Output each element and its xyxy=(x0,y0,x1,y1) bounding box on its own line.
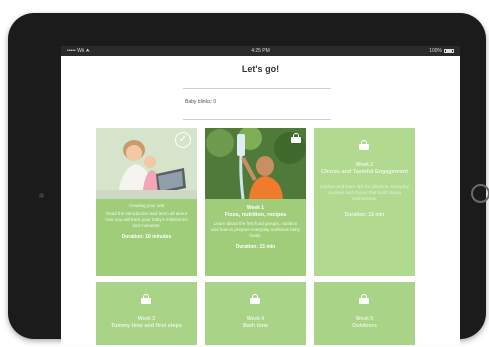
card-title: Chores and Tasteful Engagement xyxy=(321,169,408,175)
card-title: Creating your unit xyxy=(128,203,165,208)
card-duration: Duration: 10 minutes xyxy=(121,234,172,240)
course-card-week-5[interactable]: Week 5 Outdoors xyxy=(314,282,415,345)
card-title: Bath time xyxy=(242,323,269,329)
card-week: Week 2 xyxy=(355,162,374,168)
lock-icon xyxy=(141,294,151,304)
card-body: Week 5 Outdoors xyxy=(314,310,415,345)
card-body: Creating your unit Read the introduction… xyxy=(96,199,197,276)
card-week: Week 4 xyxy=(246,316,265,322)
lock-icon xyxy=(250,294,260,304)
battery-percent: 100% xyxy=(429,48,442,54)
app-screen: ••••• Wii ⮝ 4:25 PM 100% Let's go! Baby … xyxy=(61,46,460,345)
divider xyxy=(183,88,331,89)
battery-icon xyxy=(444,49,454,53)
course-card-week-1[interactable]: Week 1 Fixes, nutrition, recipes Learn a… xyxy=(205,128,306,276)
card-description: Explore and learn tips for playtime, eve… xyxy=(320,184,409,201)
card-title: Fixes, nutrition, recipes xyxy=(224,212,287,218)
card-duration: Duration: 15 min xyxy=(344,212,385,218)
card-week: Week 1 xyxy=(246,205,265,211)
lock-icon xyxy=(291,133,301,143)
tablet-frame: ••••• Wii ⮝ 4:25 PM 100% Let's go! Baby … xyxy=(8,13,489,345)
card-body: Week 4 Bath time xyxy=(205,310,306,345)
card-description: Learn about the first food groups, nutri… xyxy=(211,221,300,238)
course-card-week-2[interactable]: Week 2 Chores and Tasteful Engagement Ex… xyxy=(314,128,415,276)
card-duration: Duration: 15 min xyxy=(235,244,276,250)
camera-icon xyxy=(39,193,44,198)
lock-icon xyxy=(359,294,369,304)
baby-info-field[interactable]: Baby blinks: 0 xyxy=(185,99,216,105)
lock-icon xyxy=(359,140,369,150)
card-body: Week 2 Chores and Tasteful Engagement Ex… xyxy=(314,156,415,276)
home-button[interactable] xyxy=(471,184,489,203)
course-card-intro[interactable]: ✓ Creating your unit Read the introducti… xyxy=(96,128,197,276)
course-card-week-3[interactable]: Week 3 Tummy time and first steps xyxy=(96,282,197,345)
divider xyxy=(183,119,331,120)
course-card-week-4[interactable]: Week 4 Bath time xyxy=(205,282,306,345)
card-title: Tummy time and first steps xyxy=(110,323,183,329)
status-bar: ••••• Wii ⮝ 4:25 PM 100% xyxy=(61,46,460,56)
card-body: Week 1 Fixes, nutrition, recipes Learn a… xyxy=(205,199,306,276)
card-title: Outdoors xyxy=(352,323,377,329)
page-title: Let's go! xyxy=(241,64,280,74)
battery-indicator: 100% xyxy=(429,46,454,56)
card-week: Week 5 xyxy=(355,316,374,322)
clock: 4:25 PM xyxy=(251,48,270,54)
completed-check-icon: ✓ xyxy=(175,132,191,148)
card-body: Week 3 Tummy time and first steps xyxy=(96,310,197,345)
card-description: Read the introduction and learn all abou… xyxy=(105,211,188,228)
card-week: Week 3 xyxy=(137,316,156,322)
